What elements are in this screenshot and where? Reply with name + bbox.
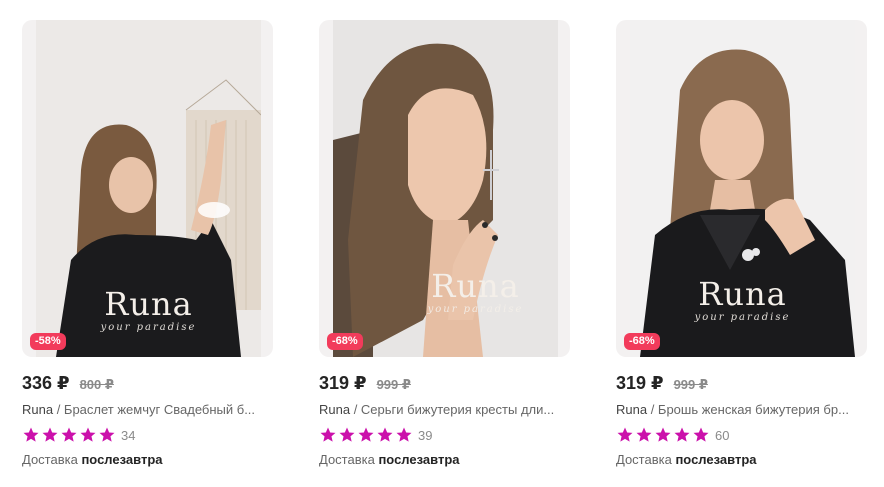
product-title[interactable]: Runa / Браслет жемчуг Свадебный б... <box>22 402 273 417</box>
rating: 39 <box>319 426 570 444</box>
discount-badge: -68% <box>624 333 660 350</box>
product-name: Браслет жемчуг Свадебный б... <box>63 402 256 417</box>
star-icon <box>674 427 690 442</box>
star-icon <box>61 427 77 442</box>
current-price: 336 ₽ <box>22 373 70 393</box>
product-title[interactable]: Runa / Брошь женская бижутерия бр... <box>616 402 867 417</box>
review-count[interactable]: 39 <box>418 428 432 443</box>
old-price: 999 ₽ <box>376 377 411 392</box>
delivery-info: Доставка послезавтра <box>319 452 570 467</box>
star-icon <box>617 427 633 442</box>
product-card[interactable]: Runa your paradise -68% 319 ₽ 999 ₽ Runa… <box>319 20 570 467</box>
brand-name: Runa <box>616 402 648 417</box>
rating: 34 <box>22 426 273 444</box>
discount-badge: -68% <box>327 333 363 350</box>
old-price: 999 ₽ <box>673 377 708 392</box>
star-icon <box>655 427 671 442</box>
brand-logo: Runa your paradise <box>427 267 524 315</box>
review-count[interactable]: 34 <box>121 428 135 443</box>
star-icon <box>23 427 39 442</box>
brand-logo: Runa your paradise <box>100 285 197 333</box>
product-title[interactable]: Runa / Серьги бижутерия кресты дли... <box>319 402 570 417</box>
current-price: 319 ₽ <box>319 373 367 393</box>
price-row: 336 ₽ 800 ₽ <box>22 373 273 395</box>
star-icon <box>358 427 374 442</box>
product-image[interactable]: Runa your paradise -68% <box>616 20 867 357</box>
star-icon <box>636 427 652 442</box>
brand-name: Runa <box>319 402 351 417</box>
product-card[interactable]: Runa your paradise -58% 336 ₽ 800 ₽ Runa… <box>22 20 273 467</box>
delivery-date: послезавтра <box>81 452 163 467</box>
star-icon <box>396 427 412 442</box>
product-image[interactable]: Runa your paradise -68% <box>319 20 570 357</box>
delivery-date: послезавтра <box>675 452 757 467</box>
review-count[interactable]: 60 <box>715 428 729 443</box>
brand-name: Runa <box>22 402 54 417</box>
old-price: 800 ₽ <box>79 377 114 392</box>
delivery-label: Доставка <box>22 452 78 467</box>
delivery-date: послезавтра <box>378 452 460 467</box>
product-grid: Runa your paradise -58% 336 ₽ 800 ₽ Runa… <box>0 0 884 487</box>
star-icon <box>42 427 58 442</box>
star-icon <box>377 427 393 442</box>
current-price: 319 ₽ <box>616 373 664 393</box>
price-row: 319 ₽ 999 ₽ <box>616 373 867 395</box>
title-separator: / <box>647 402 658 417</box>
discount-badge: -58% <box>30 333 66 350</box>
product-name: Серьги бижутерия кресты дли... <box>360 402 555 417</box>
product-name: Брошь женская бижутерия бр... <box>657 402 849 417</box>
star-icon <box>693 427 709 442</box>
brand-logo: Runa your paradise <box>694 275 791 323</box>
delivery-info: Доставка послезавтра <box>22 452 273 467</box>
product-card[interactable]: Runa your paradise -68% 319 ₽ 999 ₽ Runa… <box>616 20 867 467</box>
star-icon <box>339 427 355 442</box>
delivery-info: Доставка послезавтра <box>616 452 867 467</box>
delivery-label: Доставка <box>616 452 672 467</box>
price-row: 319 ₽ 999 ₽ <box>319 373 570 395</box>
title-separator: / <box>53 402 64 417</box>
star-icon <box>320 427 336 442</box>
star-icon <box>99 427 115 442</box>
star-icon <box>80 427 96 442</box>
title-separator: / <box>350 402 361 417</box>
delivery-label: Доставка <box>319 452 375 467</box>
rating: 60 <box>616 426 867 444</box>
product-image[interactable]: Runa your paradise -58% <box>22 20 273 357</box>
